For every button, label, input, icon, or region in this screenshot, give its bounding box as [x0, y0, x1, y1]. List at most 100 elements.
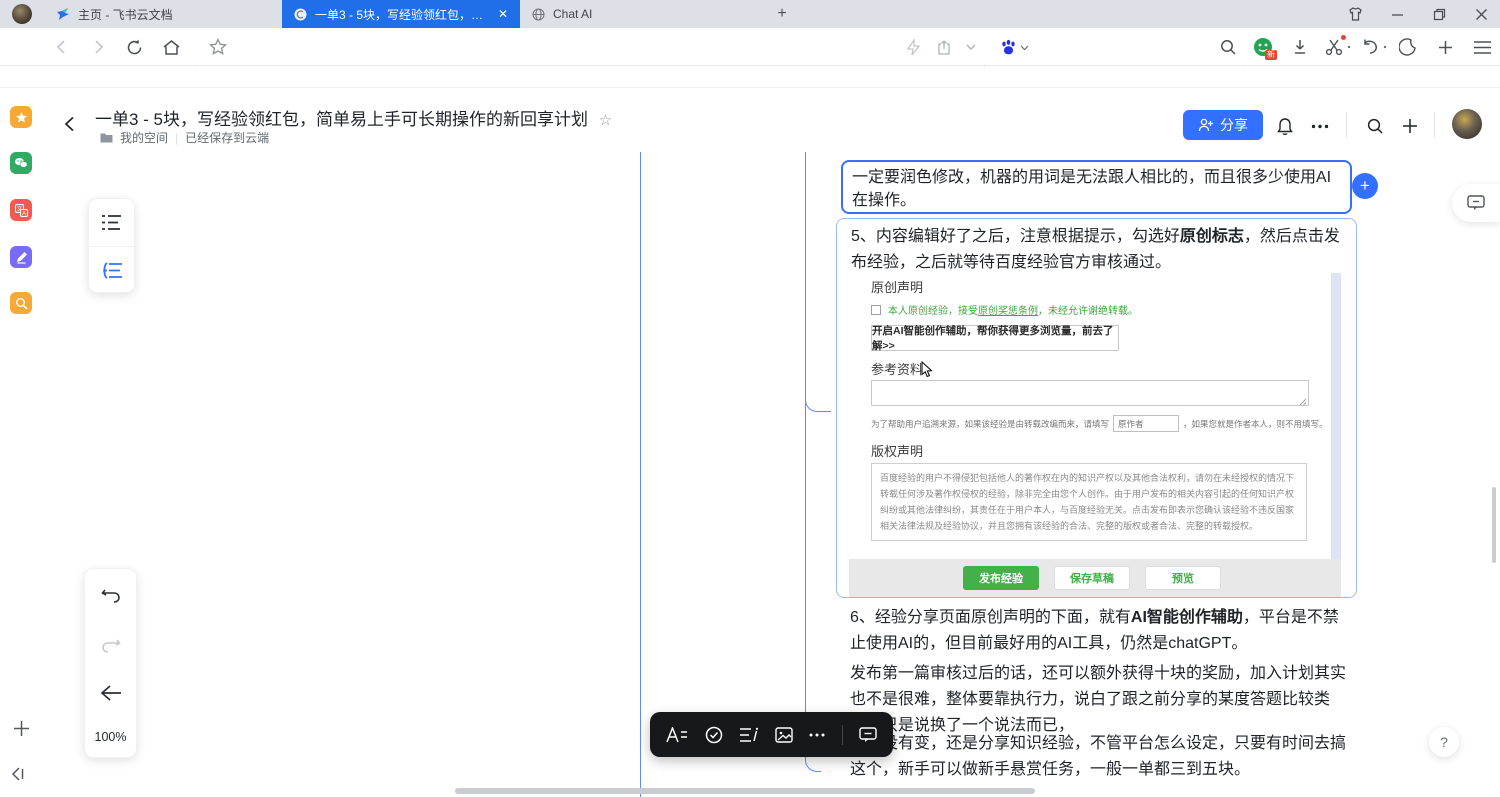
step5-paragraph: 5、内容编辑好了之后，注意根据提示，勾选好原创标志，然后点击发布经验，之后就等待…	[851, 224, 1349, 276]
doc-comment-pill[interactable]	[1452, 184, 1500, 222]
refresh-icon[interactable]	[120, 28, 148, 66]
doc-search-icon[interactable]	[1363, 114, 1387, 138]
chevron-down-icon[interactable]	[957, 28, 985, 66]
undo-icon[interactable]	[85, 569, 136, 621]
history-zoom-panel: 100%	[84, 568, 137, 758]
step5-block[interactable]: 5、内容编辑好了之后，注意根据提示，勾选好原创标志，然后点击发布经验，之后就等待…	[836, 218, 1357, 598]
page-width-icon[interactable]	[85, 669, 136, 717]
tab-title: 主页 - 飞书云文档	[78, 6, 270, 23]
new-tab-button[interactable]: +	[772, 4, 792, 24]
reward-rules-link[interactable]: 原创奖惩条例	[978, 306, 1038, 317]
share-button[interactable]: 分享	[1183, 110, 1263, 140]
page-search-icon[interactable]	[1214, 28, 1242, 66]
translate-icon[interactable]: 文A	[10, 199, 32, 221]
ai-assist-banner[interactable]: 开启AI智能创作辅助，帮你获得更多浏览量，前去了解>>	[871, 325, 1119, 351]
extension-icon[interactable]: 新	[1249, 28, 1277, 66]
reference-heading: 参考资料	[871, 359, 923, 378]
feishu-favicon	[56, 7, 70, 21]
global-create-icon[interactable]	[12, 719, 31, 738]
wechat-icon[interactable]	[10, 152, 32, 174]
reward-paragraph[interactable]: 发布第一篇审核过后的话，还可以额外获得十块的奖励，加入计划其实也不是很难，整体要…	[850, 661, 1352, 739]
forward-icon[interactable]	[84, 28, 112, 66]
resize-handle-icon[interactable]	[1299, 398, 1307, 406]
close-icon[interactable]	[1472, 5, 1490, 23]
image-icon[interactable]	[775, 727, 793, 743]
add-icon[interactable]	[1431, 28, 1459, 66]
user-avatar[interactable]	[1452, 109, 1482, 139]
more-icon[interactable]	[809, 733, 825, 737]
preview-button[interactable]: 预览	[1145, 566, 1221, 590]
form-footer: 发布经验 保存草稿 预览	[849, 559, 1341, 597]
list-transform-icon[interactable]	[739, 727, 759, 743]
collapse-sidebar-icon[interactable]	[10, 766, 26, 782]
back-icon[interactable]	[48, 28, 76, 66]
vertical-scrollbar[interactable]	[1492, 487, 1496, 563]
insert-plus-button[interactable]: +	[1352, 173, 1378, 199]
bullet-list-icon[interactable]	[89, 199, 134, 247]
nested-block-border	[805, 374, 831, 412]
notes-pen-icon[interactable]	[10, 246, 32, 268]
create-plus-icon[interactable]	[1398, 114, 1422, 138]
lightning-icon[interactable]	[899, 28, 927, 66]
browser-toolbar: 新	[0, 28, 1500, 66]
caret-down-icon[interactable]	[1379, 28, 1391, 66]
tab-title: Chat AI	[553, 7, 756, 21]
publish-button[interactable]: 发布经验	[963, 566, 1039, 590]
doc-favicon	[294, 8, 307, 21]
minimize-icon[interactable]	[1388, 5, 1406, 23]
tab-close-icon[interactable]: ✕	[498, 7, 508, 21]
help-button[interactable]: ?	[1429, 727, 1459, 757]
save-status: 已经保存到云端	[185, 129, 269, 146]
favorites-star-icon[interactable]	[10, 106, 32, 128]
page-title: 一单3 - 5块，写经验领红包，简单易上手可长期操作的新回享计划 ☆	[95, 105, 612, 130]
zoom-level[interactable]: 100%	[85, 717, 136, 757]
browser-profile-avatar[interactable]	[12, 4, 32, 24]
comment-icon[interactable]	[859, 727, 877, 743]
caret-down-icon[interactable]	[1343, 28, 1355, 66]
horizontal-scrollbar[interactable]	[455, 788, 1035, 794]
bookmark-star-icon[interactable]	[204, 28, 232, 66]
parent-block-border-outer	[640, 152, 641, 797]
toolbar-divider	[842, 725, 843, 745]
share-icon[interactable]	[930, 28, 958, 66]
original-checkbox[interactable]	[871, 305, 881, 315]
back-chevron-icon[interactable]	[58, 112, 82, 136]
folder-icon	[100, 132, 113, 143]
selected-text-block[interactable]: 一定要润色修改，机器的用词是无法跟人相比的，而且很多少使用AI在操作。	[841, 160, 1352, 214]
tab-chat-ai[interactable]: Chat AI	[520, 0, 768, 28]
tab-title: 一单3 - 5块，写经验领红包，简单易	[315, 6, 490, 23]
selection-toolbar	[650, 712, 893, 757]
parent-block-border-inner	[805, 152, 821, 772]
text-style-icon[interactable]	[666, 727, 688, 743]
callout-text: 一定要润色修改，机器的用词是无法跟人相比的，而且很多少使用AI在操作。	[852, 169, 1331, 209]
download-icon[interactable]	[1286, 28, 1314, 66]
search-app-icon[interactable]	[10, 292, 32, 314]
caret-down-icon[interactable]	[1017, 28, 1031, 66]
author-trace-row: 为了帮助用户追溯来源，如果该经验是由转载改编而来，请填写 ，如果您就是作者本人，…	[871, 415, 1328, 432]
home-icon[interactable]	[157, 28, 185, 66]
outline-toc-icon[interactable]	[89, 247, 134, 294]
skin-icon[interactable]	[1346, 5, 1364, 23]
maximize-icon[interactable]	[1430, 5, 1448, 23]
tab-current-doc[interactable]: 一单3 - 5块，写经验领红包，简单易 ✕	[282, 0, 520, 28]
comment-bubble-icon	[1467, 195, 1485, 211]
new-badge: 新	[1265, 50, 1277, 60]
tab-feishu-home[interactable]: 主页 - 飞书云文档	[44, 0, 282, 28]
dark-mode-moon-icon[interactable]	[1394, 28, 1422, 66]
breadcrumb-space[interactable]: 我的空间	[120, 129, 168, 146]
redo-icon[interactable]	[85, 621, 136, 669]
reference-textarea[interactable]	[871, 380, 1309, 406]
original-checkbox-row: 本人原创经验，接受原创奖惩条例，未经允许谢绝转载。	[871, 302, 1138, 317]
bell-icon[interactable]	[1273, 114, 1297, 138]
more-icon[interactable]	[1308, 114, 1332, 138]
check-circle-icon[interactable]	[705, 726, 723, 744]
core-paragraph[interactable]: 核心没有变，还是分享知识经验，不管平台怎么设定，只要有时间去搞这个，新手可以做新…	[850, 731, 1352, 783]
original-author-input[interactable]	[1113, 415, 1179, 432]
original-checkbox-label: 本人原创经验，接受原创奖惩条例，未经允许谢绝转载。	[888, 302, 1138, 317]
menu-icon[interactable]	[1468, 28, 1496, 66]
save-draft-button[interactable]: 保存草稿	[1054, 566, 1130, 590]
step6-paragraph[interactable]: 6、经验分享页面原创声明的下面，就有AI智能创作辅助，平台是不禁止使用AI的，但…	[850, 605, 1352, 657]
outline-panel	[88, 198, 135, 293]
favorite-star-icon[interactable]: ☆	[599, 112, 612, 129]
copyright-heading: 版权声明	[871, 441, 923, 460]
